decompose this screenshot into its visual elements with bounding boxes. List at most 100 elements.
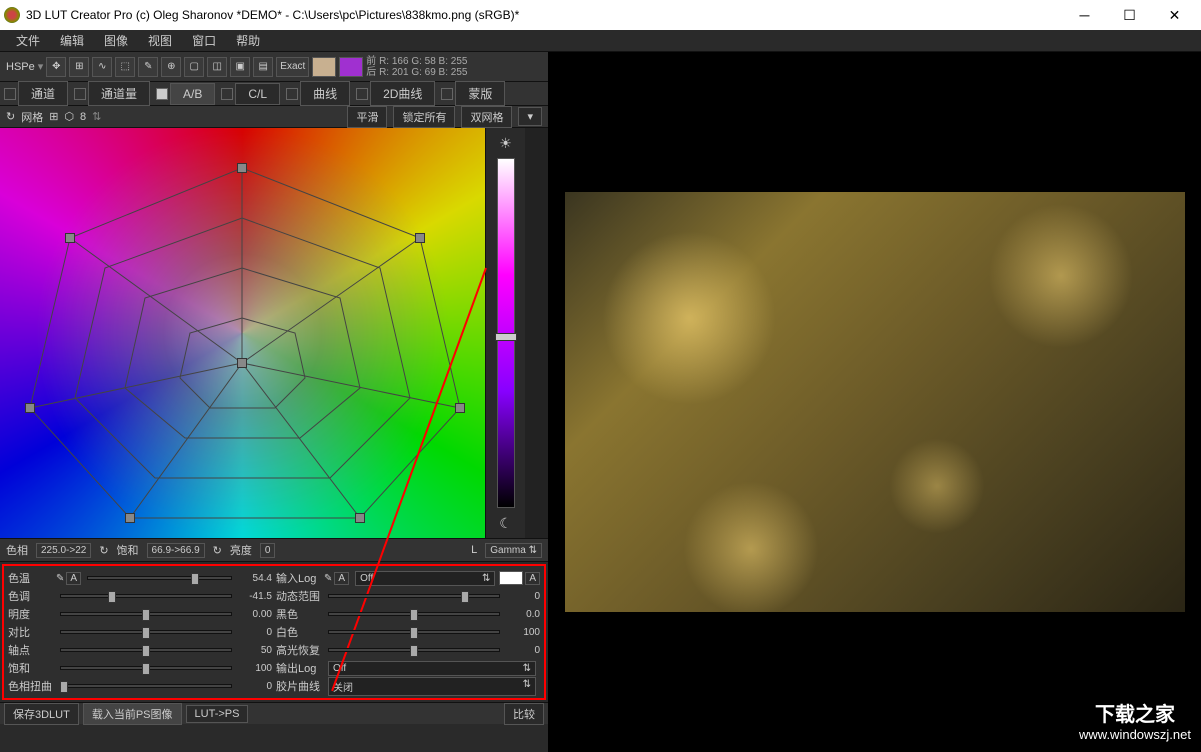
- refresh-icon[interactable]: ↻: [213, 544, 222, 557]
- eyedropper-icon[interactable]: ✎: [324, 573, 332, 584]
- grid-node[interactable]: [237, 163, 247, 173]
- tool-select-icon[interactable]: ⬚: [115, 57, 135, 77]
- refresh-icon[interactable]: ↻: [6, 110, 15, 123]
- sat-value[interactable]: 66.9->66.9: [147, 543, 205, 558]
- slider-track[interactable]: [87, 576, 232, 580]
- dropdown-arrow-icon[interactable]: ▾: [518, 107, 542, 126]
- grid-node-center[interactable]: [237, 358, 247, 368]
- slider-dropdown[interactable]: 关闭⇅: [328, 677, 536, 696]
- slider-value[interactable]: 0: [236, 627, 272, 638]
- slider-track[interactable]: [60, 612, 232, 616]
- compare-button[interactable]: 比较: [504, 703, 544, 725]
- grid-node[interactable]: [415, 233, 425, 243]
- lock-all-button[interactable]: 锁定所有: [393, 106, 455, 128]
- maximize-button[interactable]: ☐: [1107, 0, 1152, 30]
- tab-2dcurves[interactable]: 2D曲线: [370, 81, 435, 106]
- tab-curves[interactable]: 曲线: [300, 81, 350, 106]
- tool-grid-icon[interactable]: ⊞: [69, 57, 89, 77]
- slider-track[interactable]: [60, 630, 232, 634]
- slider-value[interactable]: 0.00: [236, 609, 272, 620]
- slider-handle[interactable]: [410, 627, 418, 639]
- tool-zoom-icon[interactable]: ⊕: [161, 57, 181, 77]
- swatch-1[interactable]: [312, 57, 336, 77]
- gamma-dropdown[interactable]: Gamma ⇅: [485, 543, 542, 558]
- slider-value[interactable]: 100: [504, 627, 540, 638]
- smooth-button[interactable]: 平滑: [347, 106, 387, 128]
- slider-value[interactable]: 100: [236, 663, 272, 674]
- slider-value[interactable]: -41.5: [236, 591, 272, 602]
- auto-button[interactable]: A: [525, 572, 540, 585]
- lut-to-ps-button[interactable]: LUT->PS: [186, 705, 249, 723]
- eyedropper-icon[interactable]: ✎: [56, 573, 64, 584]
- slider-handle[interactable]: [142, 645, 150, 657]
- tool-hist-icon[interactable]: ▤: [253, 57, 273, 77]
- slider-value[interactable]: 0.0: [504, 609, 540, 620]
- brightness-slider[interactable]: [497, 158, 515, 508]
- slider-handle[interactable]: [142, 609, 150, 621]
- lum-value[interactable]: 0: [260, 543, 276, 558]
- slider-track[interactable]: [60, 594, 232, 598]
- slider-track[interactable]: [60, 648, 232, 652]
- tool-square-icon[interactable]: ▢: [184, 57, 204, 77]
- tool-crop-icon[interactable]: ◫: [207, 57, 227, 77]
- hspe-label[interactable]: HSPe: [6, 61, 35, 73]
- slider-handle[interactable]: [191, 573, 199, 585]
- tool-shape-icon[interactable]: ▣: [230, 57, 250, 77]
- close-button[interactable]: ✕: [1152, 0, 1197, 30]
- hue-value[interactable]: 225.0->22: [36, 543, 91, 558]
- white-swatch[interactable]: [499, 571, 523, 585]
- tab-ab[interactable]: A/B: [170, 83, 215, 105]
- slider-value[interactable]: 0: [236, 681, 272, 692]
- grid-node[interactable]: [455, 403, 465, 413]
- slider-value[interactable]: 54.4: [236, 573, 272, 584]
- menu-window[interactable]: 窗口: [182, 30, 226, 51]
- slider-track[interactable]: [60, 684, 232, 688]
- grid-icon[interactable]: ⊞: [49, 110, 58, 123]
- exact-button[interactable]: Exact: [276, 57, 309, 77]
- tab-mask[interactable]: 蒙版: [455, 81, 505, 106]
- sun-icon[interactable]: ☀: [495, 132, 517, 154]
- load-ps-button[interactable]: 载入当前PS图像: [83, 703, 182, 725]
- moon-icon[interactable]: ☾: [495, 512, 517, 534]
- slider-track[interactable]: [60, 666, 232, 670]
- menu-view[interactable]: 视图: [138, 30, 182, 51]
- slider-track[interactable]: [328, 612, 500, 616]
- slider-handle[interactable]: [142, 627, 150, 639]
- refresh-icon[interactable]: ↻: [99, 544, 108, 557]
- tab-cl[interactable]: C/L: [235, 83, 280, 105]
- slider-handle[interactable]: [108, 591, 116, 603]
- grid-node[interactable]: [125, 513, 135, 523]
- slider-track[interactable]: [328, 630, 500, 634]
- slider-track[interactable]: [328, 594, 500, 598]
- grid-stepper[interactable]: ⇅: [92, 110, 101, 123]
- slider-handle[interactable]: [410, 609, 418, 621]
- menu-help[interactable]: 帮助: [226, 30, 270, 51]
- dual-grid-button[interactable]: 双网格: [461, 106, 512, 128]
- auto-button[interactable]: A: [334, 572, 349, 585]
- menu-file[interactable]: 文件: [6, 30, 50, 51]
- slider-handle[interactable]: [410, 645, 418, 657]
- tab-channel-amt[interactable]: 通道量: [88, 81, 150, 106]
- slider-track[interactable]: [328, 648, 500, 652]
- tab-channel[interactable]: 通道: [18, 81, 68, 106]
- grid-node[interactable]: [25, 403, 35, 413]
- swatch-2[interactable]: [339, 57, 363, 77]
- tool-move-icon[interactable]: ✥: [46, 57, 66, 77]
- slider-dropdown[interactable]: Off⇅: [328, 661, 536, 676]
- slider-handle[interactable]: [60, 681, 68, 693]
- preview-image[interactable]: [565, 192, 1185, 612]
- menu-image[interactable]: 图像: [94, 30, 138, 51]
- hex-icon[interactable]: ⬡: [64, 110, 74, 123]
- color-wheel[interactable]: [0, 128, 485, 538]
- slider-value[interactable]: 50: [236, 645, 272, 656]
- brightness-handle[interactable]: [495, 333, 517, 341]
- grid-node[interactable]: [65, 233, 75, 243]
- slider-handle[interactable]: [461, 591, 469, 603]
- menu-edit[interactable]: 编辑: [50, 30, 94, 51]
- slider-value[interactable]: 0: [504, 645, 540, 656]
- tool-eyedropper-icon[interactable]: ✎: [138, 57, 158, 77]
- auto-button[interactable]: A: [66, 572, 81, 585]
- grid-node[interactable]: [355, 513, 365, 523]
- slider-value[interactable]: 0: [504, 591, 540, 602]
- minimize-button[interactable]: ─: [1062, 0, 1107, 30]
